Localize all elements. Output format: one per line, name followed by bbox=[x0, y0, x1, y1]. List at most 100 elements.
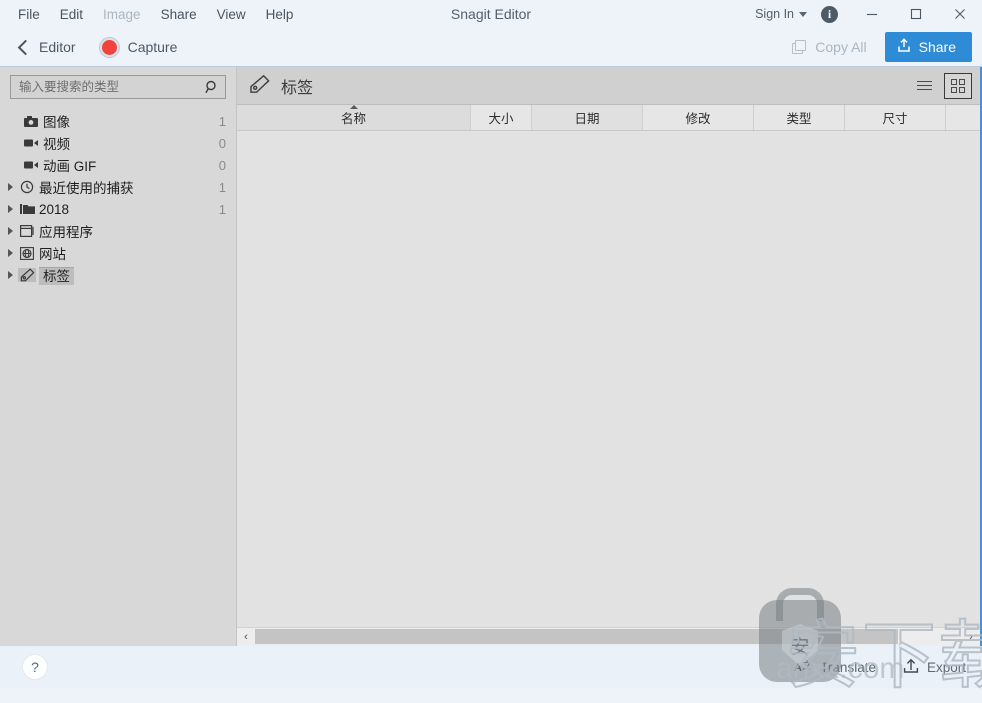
sidebar-item-count: 0 bbox=[218, 157, 226, 173]
scrollbar-thumb[interactable] bbox=[255, 629, 899, 644]
expand-triangle-icon[interactable] bbox=[4, 271, 18, 279]
search-icon[interactable] bbox=[205, 80, 219, 94]
view-toggle-group bbox=[910, 72, 972, 99]
sign-in-button[interactable]: Sign In bbox=[747, 3, 813, 25]
column-header-dimensions[interactable]: 尺寸 bbox=[845, 105, 946, 130]
sidebar-item-recent-captures[interactable]: 最近使用的捕获 1 bbox=[0, 176, 236, 198]
translate-label: Translate bbox=[820, 659, 876, 675]
sidebar-item-label: 图像 bbox=[43, 115, 70, 130]
sidebar-item-count: 1 bbox=[218, 179, 226, 195]
search-box[interactable] bbox=[10, 75, 226, 99]
sidebar-item-label: 应用程序 bbox=[39, 225, 93, 240]
menu-bar: File Edit Image Share View Help bbox=[8, 3, 303, 26]
sidebar-item-websites[interactable]: 网站 bbox=[0, 242, 236, 264]
sidebar-item-2018[interactable]: 2018 1 bbox=[0, 198, 236, 220]
list-icon bbox=[916, 78, 932, 92]
column-header-type[interactable]: 类型 bbox=[754, 105, 845, 130]
maximize-button[interactable] bbox=[894, 0, 938, 28]
sort-ascending-icon bbox=[349, 105, 358, 109]
content-header: 标签 bbox=[237, 67, 980, 105]
column-label: 日期 bbox=[574, 112, 600, 126]
grid-icon bbox=[951, 78, 965, 93]
title-bar-right: Sign In i bbox=[747, 0, 982, 28]
sidebar-item-label: 视频 bbox=[43, 137, 70, 152]
column-header-row: 名称 大小 日期 修改 类型 尺寸 bbox=[237, 105, 980, 131]
horizontal-scrollbar[interactable]: ‹ › bbox=[237, 627, 980, 646]
bottom-actions-group: A 文 Translate Export bbox=[794, 657, 966, 677]
back-to-editor-label: Editor bbox=[39, 39, 76, 55]
expand-triangle-icon[interactable] bbox=[4, 183, 18, 191]
sidebar-item-count: 1 bbox=[218, 201, 226, 217]
back-to-editor-button[interactable]: Editor bbox=[12, 35, 86, 59]
sidebar-item-count: 0 bbox=[218, 135, 226, 151]
page-title: 标签 bbox=[281, 79, 314, 97]
folder-icon bbox=[18, 203, 36, 215]
translate-button[interactable]: A 文 Translate bbox=[794, 657, 876, 677]
column-header-name[interactable]: 名称 bbox=[237, 105, 471, 130]
chevron-left-icon bbox=[17, 39, 34, 55]
info-icon[interactable]: i bbox=[821, 5, 838, 23]
video-icon bbox=[22, 160, 40, 170]
camera-icon bbox=[22, 115, 40, 127]
file-list-area[interactable] bbox=[237, 131, 980, 627]
sidebar-item-images[interactable]: 图像 1 bbox=[0, 110, 236, 132]
menu-item-share[interactable]: Share bbox=[151, 3, 207, 26]
sidebar-item-tags[interactable]: 标签 bbox=[0, 264, 236, 286]
expand-triangle-icon[interactable] bbox=[4, 205, 18, 213]
capture-button[interactable]: Capture bbox=[88, 34, 190, 61]
column-header-spacer bbox=[946, 105, 980, 130]
bottom-bar: ? A 文 Translate Export bbox=[0, 646, 982, 688]
scroll-left-arrow-icon[interactable]: ‹ bbox=[237, 628, 255, 646]
capture-label: Capture bbox=[127, 39, 178, 55]
svg-text:A: A bbox=[794, 662, 802, 674]
column-label: 尺寸 bbox=[882, 112, 908, 126]
grid-view-button[interactable] bbox=[944, 72, 972, 99]
tag-icon bbox=[18, 268, 36, 282]
search-input[interactable] bbox=[19, 80, 205, 94]
export-icon bbox=[902, 657, 920, 677]
copy-all-button: Copy All bbox=[784, 35, 874, 59]
chevron-down-icon bbox=[799, 11, 807, 17]
expand-triangle-icon[interactable] bbox=[4, 249, 18, 257]
toolbar-left-group: Editor Capture bbox=[12, 34, 189, 61]
column-header-date[interactable]: 日期 bbox=[532, 105, 643, 130]
column-label: 类型 bbox=[786, 112, 812, 126]
list-view-button[interactable] bbox=[910, 73, 938, 99]
tag-icon bbox=[249, 74, 271, 97]
scroll-right-arrow-icon[interactable]: › bbox=[962, 628, 980, 646]
menu-item-help[interactable]: Help bbox=[256, 3, 304, 26]
sidebar-item-applications[interactable]: 应用程序 bbox=[0, 220, 236, 242]
sidebar-item-count: 1 bbox=[218, 113, 226, 129]
content-panel: 标签 名称 大小 日期 修改 类型 尺寸 ‹ › bbox=[237, 67, 980, 646]
library-tree: 图像 1 视频 0 动画 GIF 0 最近使用的捕获 1 2018 1 应用程序… bbox=[0, 108, 236, 646]
column-label: 大小 bbox=[488, 112, 514, 126]
copy-icon bbox=[792, 39, 807, 55]
toolbar-right-group: Copy All Share bbox=[784, 32, 972, 62]
close-button[interactable] bbox=[938, 0, 982, 28]
translate-icon: A 文 bbox=[794, 657, 813, 677]
sidebar-item-label: 2018 bbox=[39, 201, 70, 217]
export-button[interactable]: Export bbox=[902, 657, 966, 677]
sidebar-item-label: 动画 GIF bbox=[43, 159, 97, 174]
column-header-modified[interactable]: 修改 bbox=[643, 105, 754, 130]
column-label: 修改 bbox=[685, 112, 711, 126]
column-label: 名称 bbox=[340, 112, 366, 126]
copy-all-label: Copy All bbox=[815, 39, 867, 55]
menu-item-view[interactable]: View bbox=[207, 3, 256, 26]
clock-icon bbox=[18, 180, 36, 194]
sidebar-item-animated-gif[interactable]: 动画 GIF 0 bbox=[0, 154, 236, 176]
menu-item-file[interactable]: File bbox=[8, 3, 50, 26]
scrollbar-track[interactable] bbox=[255, 628, 962, 646]
globe-icon bbox=[18, 246, 36, 260]
snagit-editor-window: File Edit Image Share View Help Snagit E… bbox=[0, 0, 982, 700]
record-icon bbox=[99, 37, 119, 57]
minimize-button[interactable] bbox=[850, 0, 894, 28]
expand-triangle-icon[interactable] bbox=[4, 227, 18, 235]
video-icon bbox=[22, 138, 40, 148]
sidebar-item-videos[interactable]: 视频 0 bbox=[0, 132, 236, 154]
share-button[interactable]: Share bbox=[884, 32, 972, 62]
menu-item-edit[interactable]: Edit bbox=[50, 3, 93, 26]
help-button[interactable]: ? bbox=[22, 654, 48, 680]
sidebar-item-label: 标签 bbox=[39, 265, 74, 285]
column-header-size[interactable]: 大小 bbox=[471, 105, 532, 130]
